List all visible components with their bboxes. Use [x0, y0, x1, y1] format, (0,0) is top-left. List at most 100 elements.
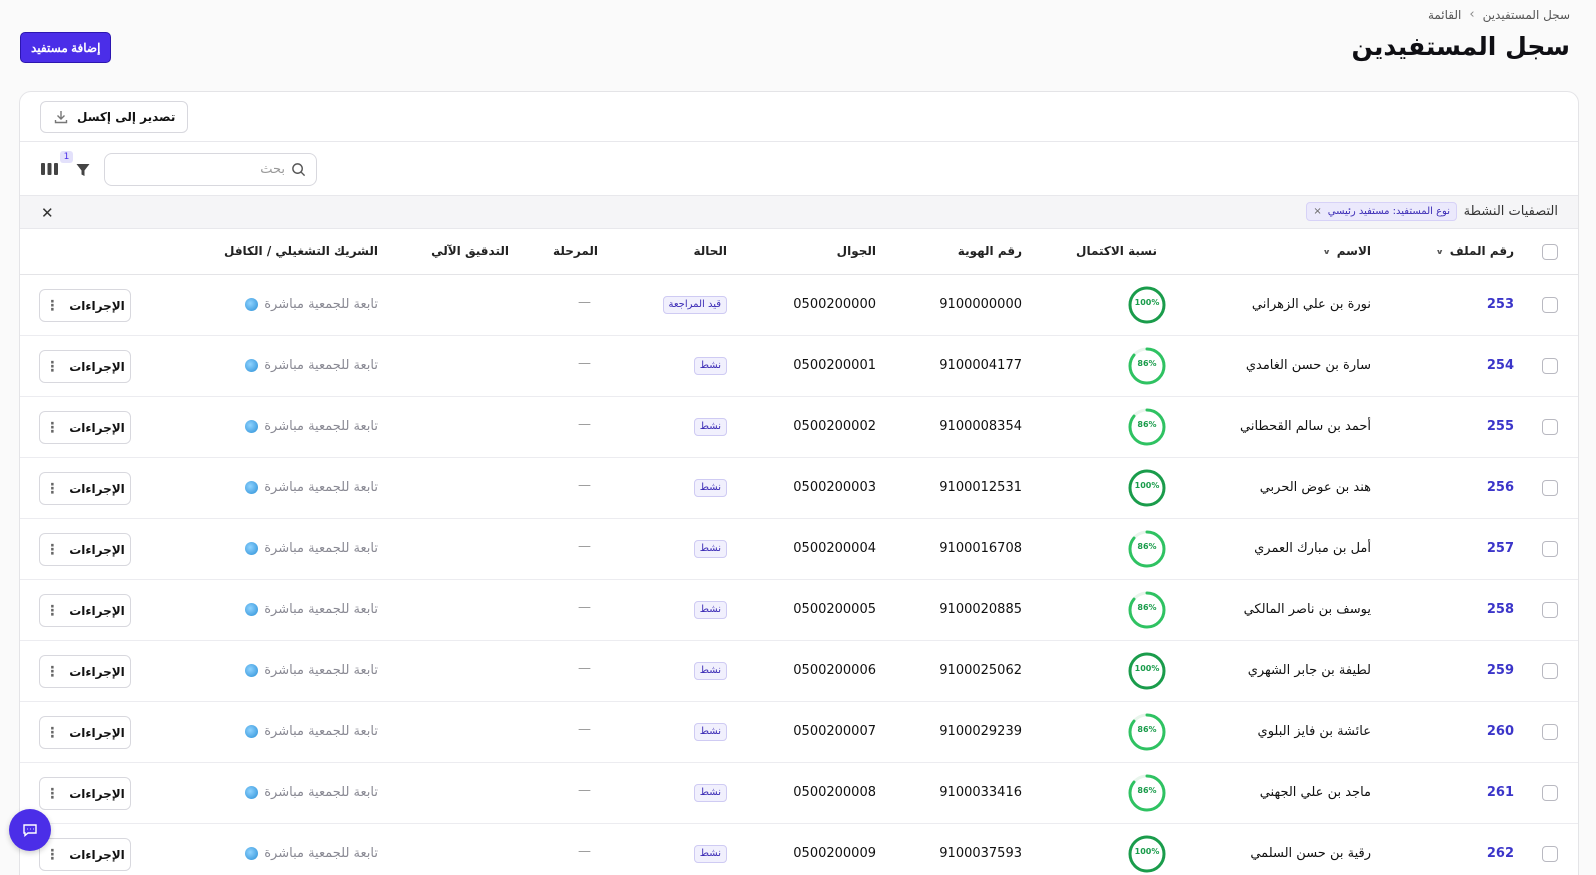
file-number-link[interactable]: 255 — [1487, 419, 1514, 434]
completion-value: 86% — [1137, 359, 1157, 368]
file-number-link[interactable]: 253 — [1487, 297, 1514, 312]
file-number-link[interactable]: 254 — [1487, 358, 1514, 373]
partner-label: تابعة للجمعية مباشرة — [264, 846, 378, 861]
file-number-link[interactable]: 258 — [1487, 602, 1514, 617]
actions-button[interactable]: الإجراءات ⋮ — [39, 777, 131, 810]
row-checkbox[interactable] — [1542, 724, 1558, 740]
completion-value: 86% — [1137, 603, 1157, 612]
status-badge: نشط — [693, 540, 727, 558]
national-id: 9100025062 — [939, 663, 1022, 678]
beneficiary-name: رقية بن حسن السلمي — [1250, 846, 1371, 861]
stage-value: — — [578, 722, 591, 737]
row-checkbox[interactable] — [1542, 480, 1558, 496]
partner-value: تابعة للجمعية مباشرة — [245, 419, 378, 434]
beneficiary-name: هند بن عوض الحربي — [1259, 480, 1371, 495]
row-checkbox[interactable] — [1542, 358, 1558, 374]
row-checkbox[interactable] — [1542, 785, 1558, 801]
search-icon — [292, 163, 306, 177]
globe-icon — [245, 725, 259, 738]
search-input[interactable] — [125, 162, 285, 177]
national-id: 9100020885 — [939, 602, 1022, 617]
row-checkbox[interactable] — [1542, 297, 1558, 313]
file-number-link[interactable]: 260 — [1487, 724, 1514, 739]
completion-ring: 100% — [1127, 834, 1167, 874]
active-filters-label: التصفيات النشطة — [1463, 204, 1558, 219]
file-number-link[interactable]: 257 — [1487, 541, 1514, 556]
actions-button[interactable]: الإجراءات ⋮ — [39, 472, 131, 505]
partner-label: تابعة للجمعية مباشرة — [264, 419, 378, 434]
stage-value: — — [578, 356, 591, 371]
export-excel-button[interactable]: تصدير إلى إكسل — [40, 101, 189, 133]
row-checkbox[interactable] — [1542, 846, 1558, 862]
file-number-link[interactable]: 262 — [1487, 846, 1514, 861]
completion-value: 100% — [1134, 664, 1160, 673]
top-bar: سجل المستفيدين › القائمة سجل المستفيدين … — [0, 0, 1596, 90]
filter-icon[interactable] — [75, 162, 91, 178]
completion-ring: 86% — [1127, 407, 1167, 447]
clear-filters-icon[interactable]: ✕ — [41, 204, 54, 222]
actions-button[interactable]: الإجراءات ⋮ — [39, 594, 131, 627]
row-checkbox[interactable] — [1542, 663, 1558, 679]
beneficiary-name: نورة بن علي الزهراني — [1251, 297, 1371, 312]
select-all-checkbox[interactable] — [1542, 244, 1558, 260]
download-icon — [54, 111, 68, 124]
export-label: تصدير إلى إكسل — [77, 110, 176, 124]
column-file-no[interactable]: رقم الملف ∨ — [1436, 244, 1514, 258]
file-number-link[interactable]: 261 — [1487, 785, 1514, 800]
completion-ring: 86% — [1127, 346, 1167, 386]
actions-button[interactable]: الإجراءات ⋮ — [39, 838, 131, 871]
actions-button[interactable]: الإجراءات ⋮ — [39, 289, 131, 322]
completion-ring: 100% — [1127, 468, 1167, 508]
actions-label: الإجراءات — [69, 420, 125, 435]
columns-icon[interactable] — [41, 162, 58, 176]
file-number-link[interactable]: 256 — [1487, 480, 1514, 495]
table-row: 257 أمل بن مبارك العمري 86% 9100016708 0… — [20, 519, 1578, 580]
search-toolbar: 1 — [20, 142, 1578, 196]
national-id: 9100029239 — [939, 724, 1022, 739]
filter-chip[interactable]: نوع المستفيد: مستفيد رئيسي × — [1306, 202, 1457, 221]
actions-label: الإجراءات — [69, 298, 125, 313]
table-row: 262 رقية بن حسن السلمي 100% 9100037593 0… — [20, 824, 1578, 875]
chat-button[interactable] — [9, 809, 51, 851]
column-partner: الشريك التشغيلي / الكافل — [223, 244, 378, 258]
mobile-number: 0500200003 — [793, 480, 876, 495]
file-number-link[interactable]: 259 — [1487, 663, 1514, 678]
completion-value: 100% — [1134, 847, 1160, 856]
actions-label: الإجراءات — [69, 664, 125, 679]
partner-value: تابعة للجمعية مباشرة — [245, 785, 378, 800]
row-checkbox[interactable] — [1542, 602, 1558, 618]
actions-button[interactable]: الإجراءات ⋮ — [39, 716, 131, 749]
mobile-number: 0500200002 — [793, 419, 876, 434]
partner-value: تابعة للجمعية مباشرة — [245, 602, 378, 617]
actions-button[interactable]: الإجراءات ⋮ — [39, 533, 131, 566]
chevron-down-icon: ∨ — [1435, 248, 1444, 257]
column-name[interactable]: الاسم ∨ — [1323, 244, 1371, 258]
partner-value: تابعة للجمعية مباشرة — [245, 358, 378, 373]
completion-ring: 100% — [1127, 651, 1167, 691]
stage-value: — — [578, 478, 591, 493]
breadcrumb-parent-link[interactable]: القائمة — [1428, 8, 1461, 22]
stage-value: — — [578, 539, 591, 554]
row-checkbox[interactable] — [1542, 419, 1558, 435]
column-mobile: الجوال — [836, 244, 876, 258]
chat-icon — [23, 824, 37, 837]
actions-button[interactable]: الإجراءات ⋮ — [39, 411, 131, 444]
national-id: 9100000000 — [939, 297, 1022, 312]
partner-label: تابعة للجمعية مباشرة — [264, 724, 378, 739]
actions-label: الإجراءات — [69, 481, 125, 496]
table-row: 253 نورة بن علي الزهراني 100% 9100000000… — [20, 275, 1578, 336]
more-vertical-icon: ⋮ — [45, 480, 60, 497]
actions-button[interactable]: الإجراءات ⋮ — [39, 350, 131, 383]
mobile-number: 0500200000 — [793, 297, 876, 312]
more-vertical-icon: ⋮ — [45, 724, 60, 741]
column-status: الحالة — [693, 244, 727, 258]
table-row: 254 سارة بن حسن الغامدي 86% 9100004177 0… — [20, 336, 1578, 397]
row-checkbox[interactable] — [1542, 541, 1558, 557]
add-beneficiary-button[interactable]: إضافة مستفيد — [20, 32, 112, 63]
remove-filter-icon[interactable]: × — [1313, 206, 1321, 217]
completion-value: 86% — [1137, 420, 1157, 429]
completion-ring: 86% — [1127, 529, 1167, 569]
beneficiary-name: سارة بن حسن الغامدي — [1245, 358, 1371, 373]
actions-button[interactable]: الإجراءات ⋮ — [39, 655, 131, 688]
page-title: سجل المستفيدين — [1351, 32, 1570, 61]
